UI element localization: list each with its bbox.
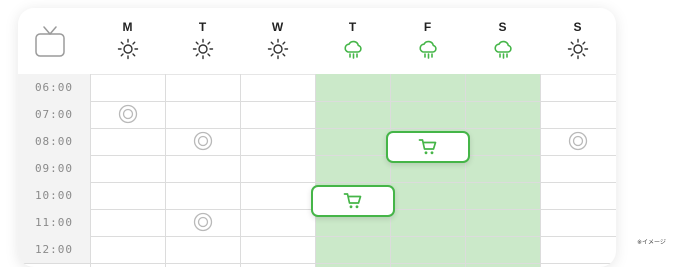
schedule-header: M T W T F S S (18, 8, 616, 75)
column-divider (465, 74, 466, 267)
shopping-cart-card[interactable] (386, 131, 470, 163)
time-label: 11:00 (18, 209, 90, 236)
time-label: 06:00 (18, 74, 90, 101)
column-divider (165, 74, 166, 267)
day-label: T (198, 20, 207, 34)
time-row: 08:00 (18, 128, 616, 156)
rain-cloud-icon (493, 40, 512, 59)
target-icon (193, 212, 213, 232)
shopping-cart-icon (418, 139, 437, 155)
target-icon (568, 131, 588, 151)
rain-cloud-icon (418, 40, 437, 59)
day-label: S (498, 20, 507, 34)
day-header-mon: M (90, 18, 165, 65)
time-label: 07:00 (18, 101, 90, 128)
sun-icon (567, 38, 588, 60)
tv-icon (35, 26, 65, 57)
shopping-cart-card[interactable] (311, 185, 395, 217)
time-row: 06:00 (18, 74, 616, 102)
shopping-cart-icon (343, 193, 362, 209)
sun-icon (192, 38, 213, 60)
column-divider (90, 74, 91, 267)
day-header-sat: S (465, 18, 540, 65)
day-header-tue: T (165, 18, 240, 65)
day-label: W (271, 20, 284, 34)
image-note: ※イメージ (637, 239, 666, 246)
weekly-schedule-card: M T W T F S S 06:00 07:00 08:00 09:00 10… (18, 8, 616, 267)
time-label: 08:00 (18, 128, 90, 155)
time-row: 12:00 (18, 236, 616, 264)
day-header-fri: F (390, 18, 465, 65)
rain-cloud-icon (343, 40, 362, 59)
column-divider (540, 74, 541, 267)
column-divider (390, 74, 391, 267)
target-icon (118, 104, 138, 124)
sun-icon (267, 38, 288, 60)
target-icon (193, 131, 213, 151)
sun-icon (117, 38, 138, 60)
time-label: 12:00 (18, 236, 90, 263)
day-header-thu: T (315, 18, 390, 65)
day-label: S (573, 20, 582, 34)
column-divider (315, 74, 316, 267)
time-row: 09:00 (18, 155, 616, 183)
day-header-wed: W (240, 18, 315, 65)
schedule-grid: 06:00 07:00 08:00 09:00 10:00 11:00 12:0… (18, 74, 616, 267)
time-label: 10:00 (18, 182, 90, 209)
day-label: T (348, 20, 357, 34)
time-row: 07:00 (18, 101, 616, 129)
time-label: 09:00 (18, 155, 90, 182)
day-header-sun: S (540, 18, 615, 65)
column-divider (240, 74, 241, 267)
day-label: F (423, 20, 432, 34)
day-label: M (122, 20, 133, 34)
